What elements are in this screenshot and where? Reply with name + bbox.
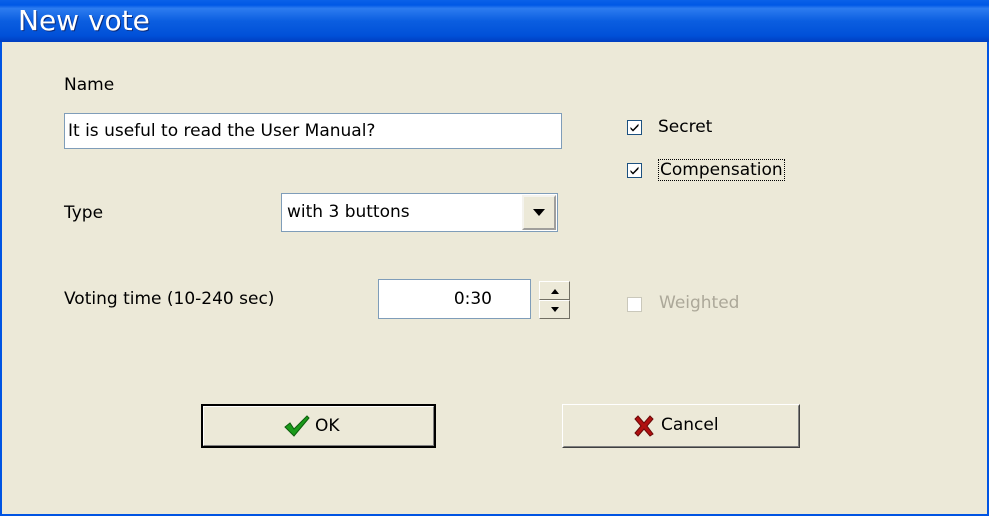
voting-time-up-button[interactable] [539,281,570,300]
ok-button-label: OK [315,416,340,436]
window-title: New vote [18,4,150,37]
checkmark-icon [630,166,639,175]
weighted-checkbox[interactable] [627,297,642,312]
type-selected-value: with 3 buttons [287,202,410,222]
name-label: Name [64,75,115,95]
new-vote-dialog: New vote Name It is useful to read the U… [0,0,989,516]
triangle-up-icon [551,289,559,294]
triangle-down-icon [533,209,545,216]
red-x-icon [634,415,654,437]
triangle-down-icon [551,307,559,312]
title-bar[interactable]: New vote [0,0,989,42]
type-dropdown-button[interactable] [522,195,556,230]
type-label: Type [64,203,104,223]
compensation-checkbox[interactable] [627,163,642,178]
checkmark-icon [630,123,639,132]
weighted-label: Weighted [659,293,740,313]
secret-checkbox[interactable] [627,120,642,135]
voting-time-label: Voting time (10-240 sec) [64,289,275,309]
ok-button[interactable]: OK [201,404,436,448]
green-checkmark-icon [284,415,310,437]
compensation-label[interactable]: Compensation [658,159,785,181]
voting-time-input[interactable]: 0:30 [378,279,531,319]
cancel-button-label: Cancel [661,415,719,435]
voting-time-down-button[interactable] [539,300,570,319]
secret-label[interactable]: Secret [658,117,712,137]
cancel-button[interactable]: Cancel [562,404,800,448]
type-select[interactable]: with 3 buttons [281,193,558,232]
name-input[interactable]: It is useful to read the User Manual? [64,113,562,149]
